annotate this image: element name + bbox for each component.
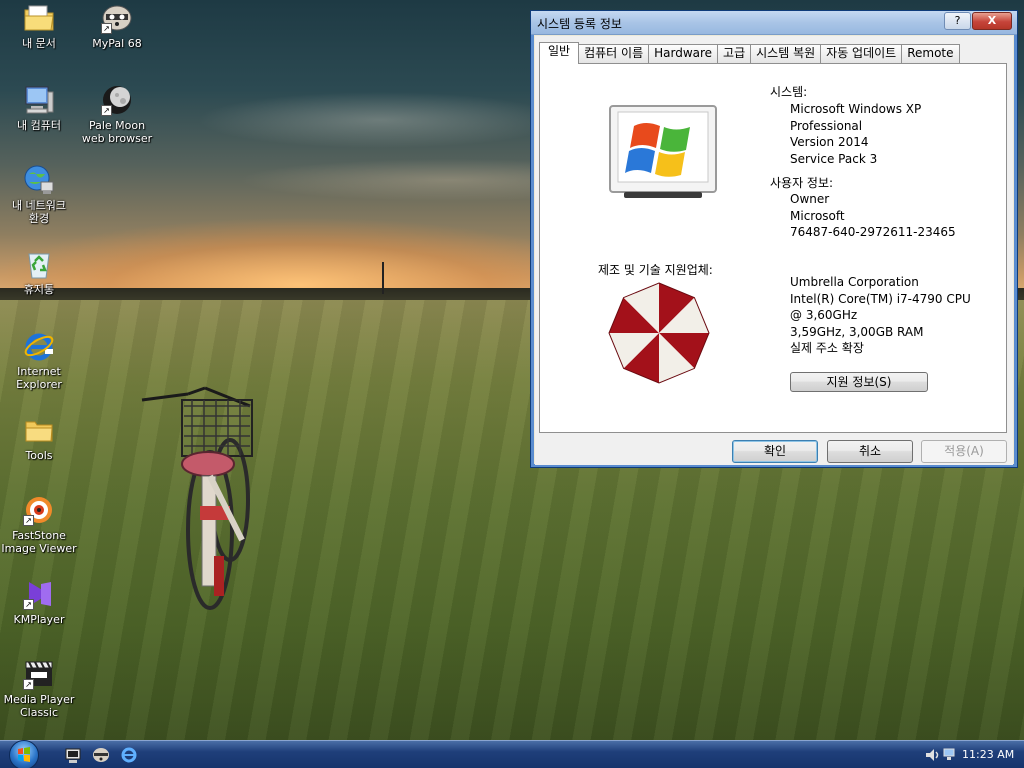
- support-info-button[interactable]: 지원 정보(S): [790, 372, 928, 392]
- icon-label: KMPlayer: [13, 613, 65, 626]
- taskbar: 11:23 AM: [0, 740, 1024, 768]
- shortcut-arrow-icon: ↗: [101, 23, 112, 34]
- user-heading: 사용자 정보:: [770, 176, 834, 190]
- shortcut-arrow-icon: ↗: [23, 599, 34, 610]
- product-id: 76487-640-2972611-23465: [790, 225, 956, 239]
- ok-button[interactable]: 확인: [732, 440, 818, 463]
- my-documents-folder-icon: [23, 2, 55, 34]
- mypal-raccoon-icon[interactable]: [92, 746, 110, 764]
- icon-label: Tools: [25, 449, 53, 462]
- start-button[interactable]: [9, 740, 39, 768]
- desktop-icon-network[interactable]: 내 네트워크 환경: [0, 164, 78, 225]
- network-tray-icon[interactable]: [942, 747, 956, 761]
- desktop-icon-tools-folder[interactable]: Tools: [0, 414, 78, 462]
- desktop-icon-mypal[interactable]: ↗ MyPal 68: [78, 2, 156, 50]
- radio-mast: [382, 262, 384, 294]
- mpc-clapper-icon: ↗: [23, 658, 55, 690]
- tab-general[interactable]: 일반: [539, 42, 580, 64]
- close-button[interactable]: X: [972, 12, 1012, 30]
- dialog-titlebar[interactable]: 시스템 등록 정보 ? X: [531, 11, 1017, 35]
- icon-label: MyPal 68: [92, 37, 142, 50]
- shortcut-arrow-icon: ↗: [23, 679, 34, 690]
- tab-hardware[interactable]: Hardware: [648, 44, 719, 63]
- system-version: Version 2014: [790, 135, 869, 149]
- shortcut-arrow-icon: ↗: [23, 515, 34, 526]
- system-os-name: Microsoft Windows XP: [790, 102, 922, 116]
- cancel-button[interactable]: 취소: [827, 440, 913, 463]
- tab-automatic-updates[interactable]: 자동 업데이트: [820, 44, 903, 63]
- desktop-icon-media-player-classic[interactable]: ↗ Media Player Classic: [0, 658, 78, 719]
- mypal-raccoon-icon: ↗: [101, 2, 133, 34]
- taskbar-clock[interactable]: 11:23 AM: [962, 748, 1014, 761]
- desktop-icon-kmplayer[interactable]: ↗ KMPlayer: [0, 578, 78, 626]
- dialog-title: 시스템 등록 정보: [537, 17, 622, 31]
- system-edition: Professional: [790, 119, 863, 133]
- windows-flag-icon: [18, 747, 30, 762]
- internet-explorer-icon[interactable]: [120, 746, 138, 764]
- kmplayer-icon: ↗: [23, 578, 55, 610]
- volume-speaker-icon[interactable]: [924, 746, 942, 764]
- cpu-frequency: @ 3,60GHz: [790, 308, 858, 322]
- icon-label: 내 문서: [22, 37, 56, 50]
- icon-label: 내 네트워크 환경: [11, 199, 67, 225]
- user-name: Owner: [790, 192, 830, 206]
- desktop-icon-my-documents[interactable]: 내 문서: [0, 2, 78, 50]
- tab-advanced[interactable]: 고급: [717, 44, 752, 63]
- recycle-bin-icon: [23, 248, 55, 280]
- internet-explorer-icon: [23, 330, 55, 362]
- manufacturer-heading: 제조 및 기술 지원업체:: [598, 263, 713, 277]
- icon-label: Pale Moon web browser: [81, 119, 153, 145]
- dialog-body: 일반 컴퓨터 이름 Hardware 고급 시스템 복원 자동 업데이트 Rem…: [535, 36, 1013, 465]
- tab-system-restore[interactable]: 시스템 복원: [750, 44, 822, 63]
- icon-label: Media Player Classic: [3, 693, 75, 719]
- shortcut-arrow-icon: ↗: [101, 105, 112, 116]
- general-tab-panel: 시스템: Microsoft Windows XP Professional V…: [539, 63, 1007, 433]
- system-heading: 시스템:: [770, 85, 808, 99]
- folder-icon: [23, 414, 55, 446]
- faststone-icon: ↗: [23, 494, 55, 526]
- help-button[interactable]: ?: [944, 12, 971, 30]
- desktop-icon-my-computer[interactable]: 내 컴퓨터: [0, 84, 78, 132]
- umbrella-corporation-logo: [608, 282, 710, 384]
- show-desktop-icon[interactable]: [64, 746, 82, 764]
- tab-strip: 일반 컴퓨터 이름 Hardware 고급 시스템 복원 자동 업데이트 Rem…: [539, 42, 960, 64]
- apply-button[interactable]: 적용(A): [921, 440, 1007, 463]
- icon-label: FastStone Image Viewer: [1, 529, 77, 555]
- cpu-model: Intel(R) Core(TM) i7-4790 CPU: [790, 292, 971, 306]
- pae-status: 실제 주소 확장: [790, 341, 864, 355]
- user-organization: Microsoft: [790, 209, 845, 223]
- desktop-icon-faststone[interactable]: ↗ FastStone Image Viewer: [0, 494, 78, 555]
- tab-remote[interactable]: Remote: [901, 44, 960, 63]
- windows-logo-monitor-icon: [609, 105, 717, 198]
- manufacturer-name: Umbrella Corporation: [790, 275, 919, 289]
- desktop-icon-recycle-bin[interactable]: 휴지통: [0, 248, 78, 296]
- icon-label: 내 컴퓨터: [17, 119, 61, 132]
- desktop-icon-pale-moon[interactable]: ↗ Pale Moon web browser: [78, 84, 156, 145]
- cpu-speed-ram: 3,59GHz, 3,00GB RAM: [790, 325, 924, 339]
- system-properties-dialog: 시스템 등록 정보 ? X 일반 컴퓨터 이름 Hardware 고급 시스템 …: [530, 10, 1018, 468]
- icon-label: 휴지통: [23, 283, 55, 296]
- my-computer-icon: [23, 84, 55, 116]
- network-places-icon: [23, 164, 55, 196]
- system-service-pack: Service Pack 3: [790, 152, 878, 166]
- pale-moon-icon: ↗: [101, 84, 133, 116]
- desktop-icon-internet-explorer[interactable]: Internet Explorer: [0, 330, 78, 391]
- bicycle-image: [141, 386, 253, 610]
- icon-label: Internet Explorer: [16, 365, 62, 391]
- tab-computer-name[interactable]: 컴퓨터 이름: [578, 44, 650, 63]
